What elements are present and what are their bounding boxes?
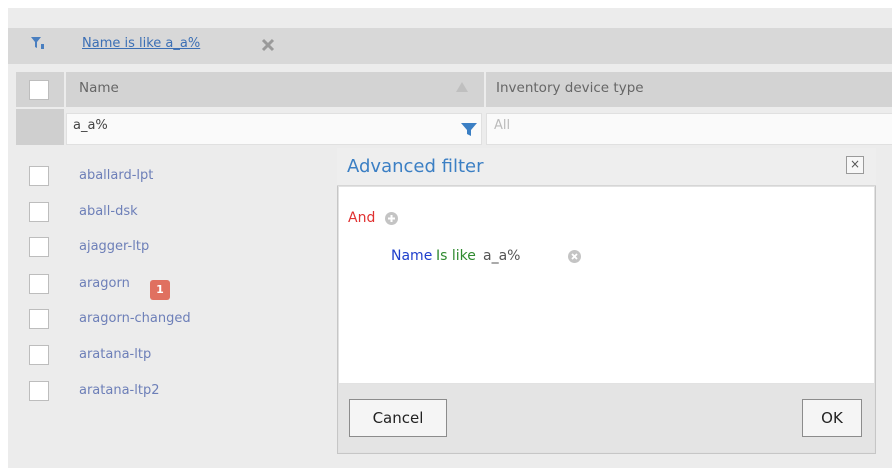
condition-field[interactable]: Name bbox=[391, 248, 432, 264]
device-link[interactable]: aballard-lpt bbox=[79, 168, 153, 183]
row-checkbox[interactable] bbox=[29, 309, 49, 329]
sort-ascending-icon[interactable] bbox=[456, 82, 468, 92]
type-filter-placeholder: All bbox=[494, 118, 511, 133]
header-name-cell[interactable] bbox=[66, 72, 484, 107]
filter-row-select-cell bbox=[16, 109, 64, 145]
column-header-name[interactable]: Name bbox=[79, 80, 119, 96]
row-checkbox[interactable] bbox=[29, 202, 49, 222]
active-filter-link[interactable]: Name is like a_a% bbox=[82, 36, 200, 51]
notification-badge[interactable]: 1 bbox=[150, 280, 170, 300]
column-header-inventory-device-type[interactable]: Inventory device type bbox=[496, 80, 644, 96]
close-icon[interactable]: × bbox=[846, 156, 864, 174]
device-link[interactable]: aratana-ltp bbox=[79, 347, 151, 362]
row-checkbox[interactable] bbox=[29, 274, 49, 294]
row-checkbox[interactable] bbox=[29, 381, 49, 401]
condition-operator[interactable]: Is like bbox=[436, 248, 476, 264]
device-link[interactable]: aragorn bbox=[79, 276, 130, 291]
select-all-checkbox[interactable] bbox=[29, 80, 49, 100]
dialog-title: Advanced filter bbox=[347, 156, 484, 177]
dialog-body bbox=[339, 187, 874, 383]
group-operator[interactable]: And bbox=[348, 210, 375, 226]
name-filter-value: a_a% bbox=[73, 118, 108, 133]
device-link[interactable]: aragorn-changed bbox=[79, 311, 191, 326]
row-checkbox[interactable] bbox=[29, 166, 49, 186]
funnel-icon[interactable] bbox=[461, 121, 477, 137]
ok-button[interactable]: OK bbox=[802, 399, 862, 437]
clear-filter-icon[interactable] bbox=[261, 38, 275, 52]
condition-value[interactable]: a_a% bbox=[483, 248, 520, 264]
name-filter-input[interactable] bbox=[66, 113, 482, 145]
device-link[interactable]: ajagger-ltp bbox=[79, 239, 149, 254]
remove-condition-icon[interactable] bbox=[568, 250, 581, 263]
filter-icon[interactable] bbox=[31, 36, 45, 50]
add-condition-icon[interactable] bbox=[385, 212, 398, 225]
row-checkbox[interactable] bbox=[29, 237, 49, 257]
device-link[interactable]: aball-dsk bbox=[79, 204, 138, 219]
device-link[interactable]: aratana-ltp2 bbox=[79, 383, 159, 398]
cancel-button[interactable]: Cancel bbox=[349, 399, 447, 437]
row-checkbox[interactable] bbox=[29, 345, 49, 365]
type-filter-input[interactable] bbox=[486, 113, 892, 145]
